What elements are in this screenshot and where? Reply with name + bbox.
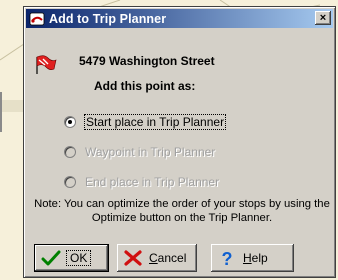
dialog-titlebar[interactable]: Add to Trip Planner × xyxy=(26,9,333,28)
radio-label-start: Start place in Trip Planner xyxy=(83,114,227,130)
radio-waypoint[interactable]: Waypoint in Trip Planner xyxy=(64,145,215,159)
help-label: Help xyxy=(243,251,268,265)
cancel-button[interactable]: Cancel xyxy=(117,244,197,272)
radio-label-waypoint: Waypoint in Trip Planner xyxy=(85,145,216,159)
red-x-icon xyxy=(124,250,142,266)
trip-planner-icon xyxy=(29,12,45,25)
svg-text:?: ? xyxy=(222,249,233,267)
optimize-note: Note: You can optimize the order of your… xyxy=(34,198,330,224)
pushpin-flag-icon xyxy=(36,55,57,74)
add-to-trip-planner-dialog: Add to Trip Planner × 5479 Washington St… xyxy=(23,6,336,278)
dialog-title: Add to Trip Planner xyxy=(49,11,167,26)
help-button[interactable]: ? Help xyxy=(211,244,294,272)
add-prompt: Add this point as: xyxy=(94,79,196,93)
cancel-label-rest: ancel xyxy=(157,251,187,265)
close-button[interactable]: × xyxy=(315,11,331,25)
close-icon: × xyxy=(319,11,327,24)
question-mark-icon: ? xyxy=(222,249,233,267)
checkmark-icon xyxy=(41,250,61,266)
address-label: 5479 Washington Street xyxy=(79,54,215,68)
radio-button-waypoint[interactable] xyxy=(64,146,76,158)
cancel-label: Cancel xyxy=(149,251,186,265)
background-window-edge xyxy=(0,92,2,132)
radio-button-end[interactable] xyxy=(64,176,76,188)
radio-start-place[interactable]: Start place in Trip Planner xyxy=(64,114,227,130)
cancel-accel: C xyxy=(149,251,158,265)
help-label-rest: elp xyxy=(251,251,268,265)
ok-button[interactable]: OK xyxy=(34,244,109,272)
ok-label: OK xyxy=(65,250,92,266)
help-accel: H xyxy=(243,251,252,265)
radio-label-end: End place in Trip Planner xyxy=(85,175,220,189)
radio-button-start[interactable] xyxy=(64,116,76,128)
radio-end-place[interactable]: End place in Trip Planner xyxy=(64,175,219,189)
